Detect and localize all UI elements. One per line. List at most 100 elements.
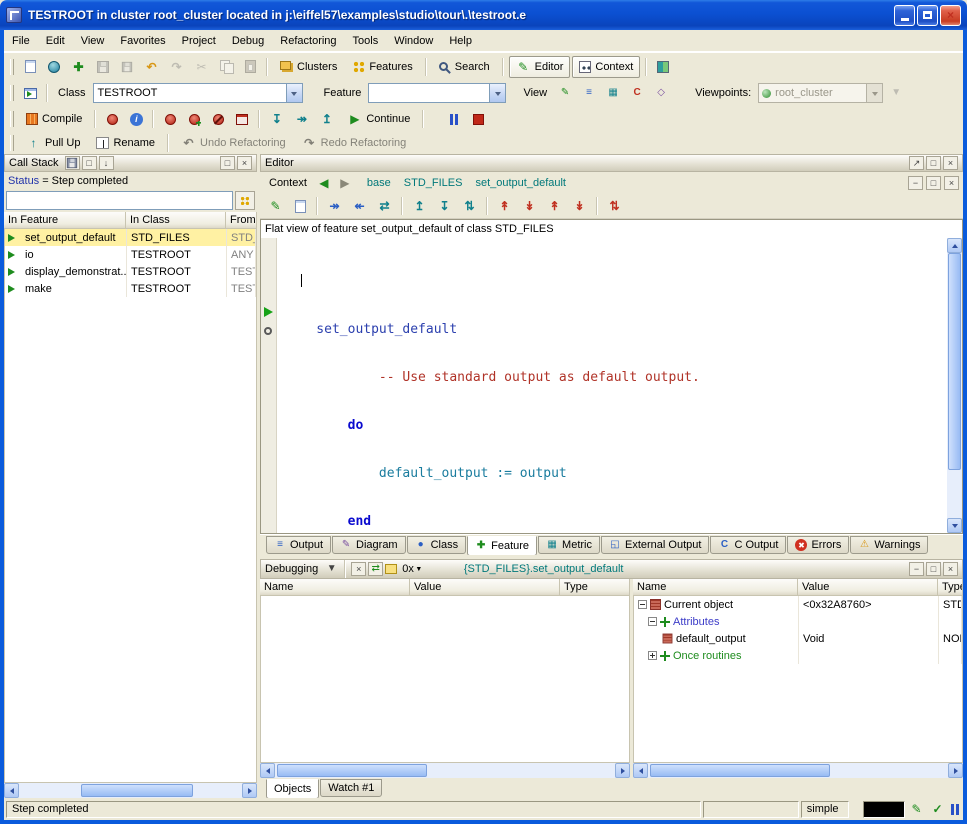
- scroll-left-button[interactable]: [260, 763, 275, 778]
- scroll-left-button[interactable]: [633, 763, 648, 778]
- history-forward-button[interactable]: ▶: [336, 174, 354, 192]
- scroll-thumb[interactable]: [650, 764, 830, 777]
- column-from[interactable]: From: [226, 212, 257, 228]
- reorder-button[interactable]: ⇄: [368, 562, 383, 576]
- menu-help[interactable]: Help: [441, 32, 480, 50]
- object-row[interactable]: default_output Void NONE: [634, 630, 962, 647]
- minimize-button[interactable]: [894, 5, 915, 26]
- call-stack-hscrollbar[interactable]: [4, 783, 257, 798]
- tab-c-output[interactable]: CC Output: [710, 536, 786, 554]
- view-contract-button[interactable]: C: [626, 82, 648, 104]
- edit-feature-button[interactable]: ✎: [264, 195, 287, 217]
- watch-hscrollbar[interactable]: [260, 763, 630, 778]
- object-row[interactable]: Once routines: [634, 647, 962, 664]
- context-close-button[interactable]: ×: [944, 176, 959, 190]
- scroll-up-button[interactable]: [947, 238, 962, 253]
- redo-button[interactable]: ↷: [165, 56, 188, 78]
- debugging-menu-button[interactable]: ▼: [324, 562, 339, 576]
- context-maximize-button[interactable]: □: [926, 176, 941, 190]
- remove-watch-button[interactable]: ×: [351, 562, 366, 576]
- object-row[interactable]: Current object <0x32A8760> STD_FILES: [634, 596, 962, 613]
- column-name[interactable]: Name: [633, 579, 798, 595]
- project-info-button[interactable]: i: [125, 108, 147, 130]
- expand-toggle-icon[interactable]: [648, 651, 657, 660]
- homonyms-button[interactable]: ⇅: [603, 195, 626, 217]
- objects-hscrollbar[interactable]: [633, 763, 963, 778]
- close-button[interactable]: ×: [940, 5, 961, 26]
- view-clickable-button[interactable]: ≡: [578, 82, 600, 104]
- open-button[interactable]: [43, 56, 65, 78]
- tab-watch-1[interactable]: Watch #1: [320, 779, 382, 797]
- viewpoints-combo[interactable]: root_cluster: [758, 83, 883, 103]
- toolbar-grip[interactable]: [10, 85, 14, 101]
- editor-vscrollbar[interactable]: [947, 238, 962, 533]
- external-commands-button[interactable]: [652, 56, 674, 78]
- menu-file[interactable]: File: [4, 32, 38, 50]
- tab-objects[interactable]: Objects: [266, 779, 319, 798]
- column-value[interactable]: Value: [410, 579, 560, 595]
- clusters-button[interactable]: Clusters: [273, 56, 344, 78]
- restore-button[interactable]: [917, 5, 938, 26]
- call-stack-row[interactable]: set_output_default STD_FILES STD_FILES: [5, 229, 256, 246]
- editor-gutter[interactable]: [261, 238, 277, 533]
- scroll-right-button[interactable]: [615, 763, 630, 778]
- toolbar-grip[interactable]: [10, 135, 14, 151]
- call-stack-row[interactable]: make TESTROOT TESTROOT: [5, 280, 256, 297]
- column-type[interactable]: Type: [938, 579, 963, 595]
- tab-metric[interactable]: ▦Metric: [538, 536, 600, 554]
- undo-button[interactable]: ↶: [140, 56, 163, 78]
- debugging-header[interactable]: Debugging ▼ × ⇄ 0x ▼ {STD_FILES}.set_out…: [260, 559, 963, 579]
- tab-class[interactable]: ●Class: [407, 536, 467, 554]
- tab-output[interactable]: ≡Output: [266, 536, 331, 554]
- swap-target-button[interactable]: ⇄: [373, 195, 396, 217]
- paste-button[interactable]: [239, 56, 261, 78]
- result-back-button[interactable]: ↞: [348, 195, 371, 217]
- class-combo-arrow-icon[interactable]: [286, 84, 302, 102]
- debugging-minimize-button[interactable]: −: [909, 562, 924, 576]
- crumb-feature[interactable]: set_output_default: [475, 177, 566, 189]
- column-name[interactable]: Name: [260, 579, 410, 595]
- callers-button[interactable]: ↥: [408, 195, 431, 217]
- ancestors-button[interactable]: ↟: [493, 195, 516, 217]
- scroll-right-button[interactable]: [948, 763, 963, 778]
- crumb-cluster[interactable]: base: [367, 177, 391, 189]
- editor-close-button[interactable]: ×: [943, 156, 958, 170]
- feature-combo[interactable]: [368, 83, 506, 103]
- call-stack-header[interactable]: Call Stack □ ↓ □ ×: [4, 154, 257, 172]
- compile-button[interactable]: Compile: [19, 108, 89, 130]
- call-stack-row[interactable]: display_demonstrat... TESTROOT TESTROOT: [5, 263, 256, 280]
- view-editable-button[interactable]: ✎: [554, 82, 576, 104]
- code-area[interactable]: set_output_default -- Use standard outpu…: [277, 238, 947, 533]
- breakpoints-tool-button[interactable]: [231, 108, 253, 130]
- pause-button[interactable]: [443, 108, 465, 130]
- menu-debug[interactable]: Debug: [224, 32, 272, 50]
- view-flat-button[interactable]: ▦: [602, 82, 624, 104]
- tab-warnings[interactable]: ⚠Warnings: [850, 536, 928, 554]
- editor-toggle-button[interactable]: ✎ Editor: [509, 56, 571, 78]
- tooltip-icon[interactable]: [385, 564, 397, 574]
- menu-favorites[interactable]: Favorites: [112, 32, 173, 50]
- call-stack-close-button[interactable]: ×: [237, 156, 252, 170]
- tab-external-output[interactable]: ◱External Output: [601, 536, 709, 554]
- search-button[interactable]: Search: [432, 56, 497, 78]
- enable-breakpoints-button[interactable]: [159, 108, 181, 130]
- clients-button[interactable]: ↟: [543, 195, 566, 217]
- column-value[interactable]: Value: [798, 579, 938, 595]
- scroll-thumb[interactable]: [948, 253, 961, 470]
- toolbar-grip[interactable]: [10, 59, 14, 75]
- column-in-class[interactable]: In Class: [126, 212, 226, 228]
- new-window-button[interactable]: [19, 56, 41, 78]
- suppliers-button[interactable]: ↡: [568, 195, 591, 217]
- hex-format-toggle[interactable]: 0x ▼: [399, 562, 426, 577]
- call-stack-window-button[interactable]: □: [82, 156, 97, 170]
- step-into-button[interactable]: ↧: [265, 108, 288, 130]
- class-combo[interactable]: TESTROOT: [93, 83, 303, 103]
- call-stack-row[interactable]: io TESTROOT ANY: [5, 246, 256, 263]
- save-all-button[interactable]: [116, 56, 138, 78]
- descendants-button[interactable]: ↡: [518, 195, 541, 217]
- titlebar[interactable]: TESTROOT in cluster root_cluster located…: [0, 0, 967, 30]
- save-button[interactable]: [92, 56, 114, 78]
- watch-list[interactable]: [260, 596, 630, 763]
- scroll-right-button[interactable]: [242, 783, 257, 798]
- menu-view[interactable]: View: [73, 32, 113, 50]
